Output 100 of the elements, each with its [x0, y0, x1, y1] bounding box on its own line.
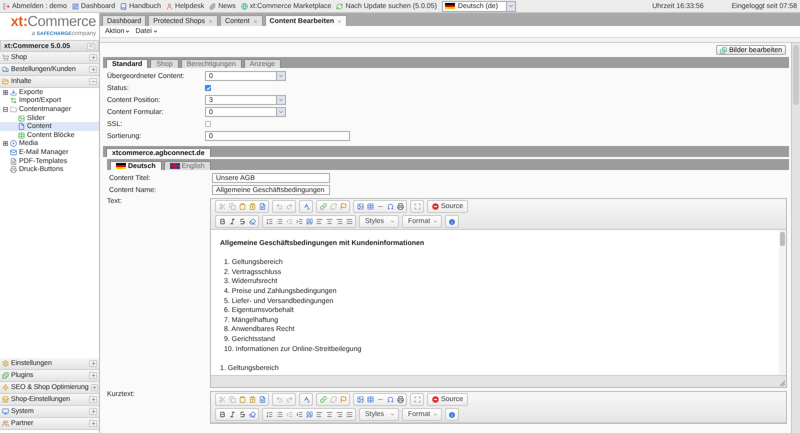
- table-button[interactable]: [365, 201, 375, 212]
- copy-icon: [228, 203, 236, 210]
- settings-icon: [2, 360, 9, 367]
- expand-icon[interactable]: [3, 141, 8, 146]
- indent-button[interactable]: [294, 409, 304, 420]
- collapse-icon[interactable]: [89, 78, 97, 85]
- link-button[interactable]: [318, 394, 328, 405]
- dashboard-icon: [72, 2, 79, 10]
- outdent-icon: [286, 218, 292, 225]
- numbered-list-button[interactable]: [264, 409, 274, 420]
- images-icon: [720, 46, 728, 54]
- align-left-button[interactable]: [314, 216, 324, 227]
- strikethrough-button[interactable]: [237, 216, 247, 227]
- omega-button[interactable]: [385, 201, 395, 212]
- eraser-icon: [248, 411, 256, 418]
- align-center-button[interactable]: [324, 409, 334, 420]
- redo-button[interactable]: [284, 201, 294, 212]
- strikethrough-icon: [238, 218, 246, 225]
- copy-icon: [228, 396, 236, 403]
- quote-icon: [306, 411, 312, 418]
- paperclip-icon: [209, 2, 216, 10]
- numbered-list-button[interactable]: [264, 216, 274, 227]
- resize-handle-icon[interactable]: [780, 381, 785, 386]
- strikethrough-button[interactable]: [237, 409, 247, 420]
- quote-button[interactable]: [304, 409, 314, 420]
- paste-text-button[interactable]: [247, 201, 257, 212]
- collapse-sidebar-button[interactable]: [87, 42, 95, 50]
- unlink-button[interactable]: [328, 201, 338, 212]
- printer-button[interactable]: [395, 201, 405, 212]
- flag-button[interactable]: [338, 394, 348, 405]
- scrollbar[interactable]: [791, 43, 800, 433]
- copy-button[interactable]: [227, 201, 237, 212]
- caret-icon: [508, 3, 514, 9]
- align-right-button[interactable]: [334, 409, 344, 420]
- redo-button[interactable]: [284, 394, 294, 405]
- image-button[interactable]: [355, 201, 365, 212]
- undo-icon: [276, 203, 282, 210]
- align-justify-button[interactable]: [344, 409, 354, 420]
- paste-word-button[interactable]: [257, 394, 267, 405]
- align-right-button[interactable]: [334, 216, 344, 227]
- source-icon: [432, 396, 439, 403]
- download-icon: [10, 88, 17, 96]
- unlink-button[interactable]: [328, 394, 338, 405]
- image-icon: [356, 203, 364, 210]
- expand-icon[interactable]: [3, 90, 8, 95]
- cut-button[interactable]: [217, 394, 227, 405]
- redo-icon: [286, 203, 292, 210]
- align-justify-button[interactable]: [344, 216, 354, 227]
- caret-icon: [433, 412, 438, 417]
- link-icon: [320, 396, 326, 403]
- bullet-list-icon: [276, 218, 282, 225]
- eraser-button[interactable]: [247, 216, 257, 227]
- cut-button[interactable]: [217, 201, 227, 212]
- image-button[interactable]: [355, 394, 365, 405]
- flag-button[interactable]: [338, 201, 348, 212]
- indent-icon: [296, 411, 302, 418]
- numbered-list-icon: [266, 411, 272, 418]
- spellcheck-icon: [302, 203, 310, 210]
- align-right-icon: [336, 411, 342, 418]
- caret-icon: [278, 73, 284, 79]
- undo-button[interactable]: [274, 201, 284, 212]
- table-button[interactable]: [365, 394, 375, 405]
- align-left-button[interactable]: [314, 409, 324, 420]
- align-center-button[interactable]: [324, 216, 334, 227]
- undo-button[interactable]: [274, 394, 284, 405]
- italic-icon: [228, 411, 236, 418]
- printer-button[interactable]: [395, 394, 405, 405]
- quote-button[interactable]: [304, 216, 314, 227]
- paste-text-icon: [248, 203, 256, 210]
- checkbox[interactable]: [205, 85, 211, 91]
- caret-icon: [390, 412, 395, 417]
- monitor-icon: [2, 408, 9, 415]
- caret-icon: [390, 219, 395, 224]
- scrollbar[interactable]: [779, 230, 786, 375]
- align-justify-icon: [346, 218, 352, 225]
- omega-button[interactable]: [385, 394, 395, 405]
- eraser-button[interactable]: [247, 409, 257, 420]
- indent-icon: [296, 218, 302, 225]
- unlink-icon: [330, 203, 336, 210]
- align-center-icon: [326, 218, 332, 225]
- indent-button[interactable]: [294, 216, 304, 227]
- italic-button[interactable]: [227, 216, 237, 227]
- link-button[interactable]: [318, 201, 328, 212]
- checkbox[interactable]: [205, 121, 211, 127]
- paste-word-button[interactable]: [257, 201, 267, 212]
- table-icon: [366, 203, 374, 210]
- align-right-icon: [336, 218, 342, 225]
- paste-button[interactable]: [237, 394, 247, 405]
- omega-icon: [386, 203, 394, 210]
- numbered-list-icon: [266, 218, 272, 225]
- paste-text-button[interactable]: [247, 394, 257, 405]
- paste-text-icon: [248, 396, 256, 403]
- copy-button[interactable]: [227, 394, 237, 405]
- bold-icon: [218, 411, 226, 418]
- logout-icon: [3, 2, 10, 10]
- collapse-icon[interactable]: [3, 106, 8, 112]
- italic-button[interactable]: [227, 409, 237, 420]
- paste-button[interactable]: [237, 201, 247, 212]
- refresh-icon: [336, 2, 344, 10]
- cut-icon: [218, 396, 226, 403]
